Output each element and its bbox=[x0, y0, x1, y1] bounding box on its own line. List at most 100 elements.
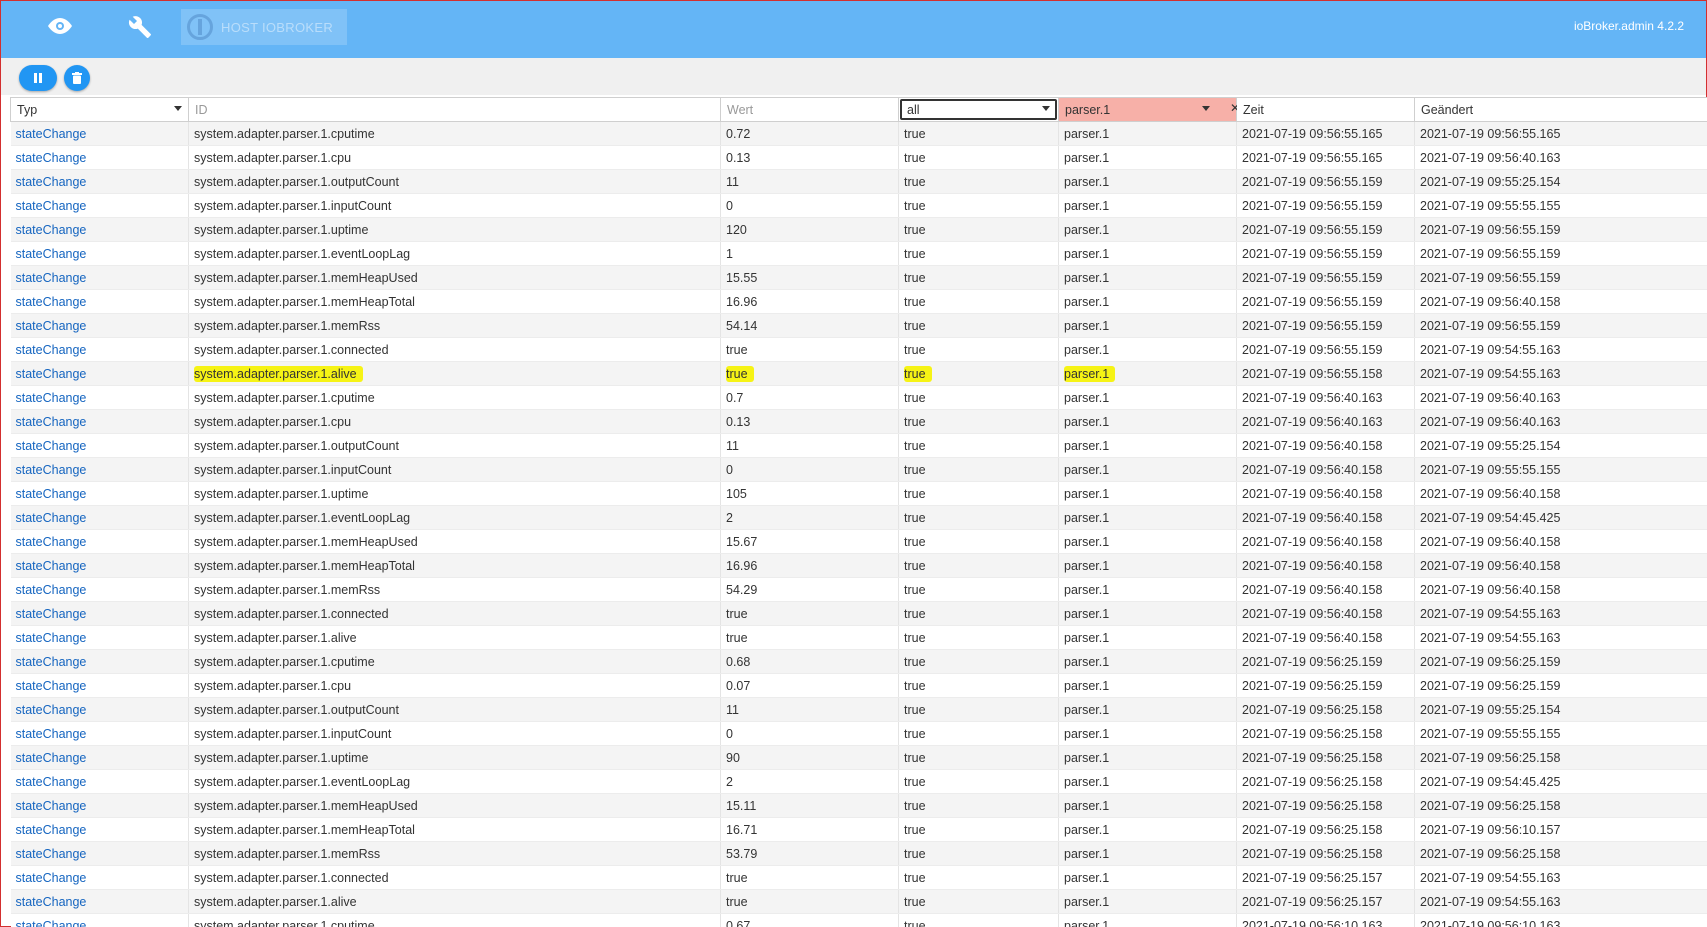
ack-value: true bbox=[904, 342, 926, 357]
table-row[interactable]: stateChange system.adapter.parser.1.memRs… bbox=[10, 577, 1707, 602]
id-header-label: ID bbox=[195, 102, 208, 117]
table-row[interactable]: stateChange system.adapter.parser.1.memHe… bbox=[10, 529, 1707, 554]
zeit-filter[interactable]: Zeit bbox=[1236, 97, 1415, 122]
table-row[interactable]: stateChange system.adapter.parser.1.event… bbox=[10, 505, 1707, 530]
eye-icon[interactable] bbox=[45, 15, 75, 37]
state-value: 1 bbox=[726, 246, 733, 261]
state-id: system.adapter.parser.1.uptime bbox=[194, 486, 369, 501]
last-changed: 2021-07-19 09:54:55.163 bbox=[1420, 606, 1561, 621]
from-value: parser.1 bbox=[1064, 438, 1110, 453]
table-row[interactable]: stateChange system.adapter.parser.1.cputi… bbox=[10, 385, 1707, 410]
timestamp: 2021-07-19 09:56:55.159 bbox=[1242, 294, 1383, 309]
table-row[interactable]: stateChange system.adapter.parser.1.memHe… bbox=[10, 793, 1707, 818]
last-changed-cell: 2021-07-19 09:55:55.155 bbox=[1414, 721, 1707, 746]
ack-value: true bbox=[904, 798, 926, 813]
last-changed: 2021-07-19 09:55:25.154 bbox=[1420, 702, 1561, 717]
timestamp: 2021-07-19 09:56:55.158 bbox=[1242, 366, 1383, 381]
from-value: parser.1 bbox=[1064, 654, 1110, 669]
event-type-cell: stateChange bbox=[10, 649, 189, 674]
event-type-cell: stateChange bbox=[10, 697, 189, 722]
state-value: true bbox=[726, 342, 748, 357]
from-filter[interactable]: parser.1 ✕ bbox=[1058, 97, 1240, 122]
state-value-cell: true bbox=[720, 601, 899, 626]
typ-filter[interactable]: Typ bbox=[10, 97, 189, 122]
table-row[interactable]: stateChange system.adapter.parser.1.alive… bbox=[10, 889, 1707, 914]
last-changed: 2021-07-19 09:55:25.154 bbox=[1420, 174, 1561, 189]
ack-select[interactable]: all bbox=[900, 99, 1057, 120]
from-value-cell: parser.1 bbox=[1058, 241, 1237, 266]
last-changed-cell: 2021-07-19 09:56:25.158 bbox=[1414, 793, 1707, 818]
table-row[interactable]: stateChange system.adapter.parser.1.outpu… bbox=[10, 433, 1707, 458]
ack-filter[interactable]: all bbox=[898, 97, 1059, 122]
ack-value: true bbox=[904, 390, 926, 405]
state-id: system.adapter.parser.1.connected bbox=[194, 870, 389, 885]
table-row[interactable]: stateChange system.adapter.parser.1.memHe… bbox=[10, 289, 1707, 314]
last-changed-cell: 2021-07-19 09:56:55.159 bbox=[1414, 313, 1707, 338]
state-value: 11 bbox=[726, 174, 739, 189]
from-value: parser.1 bbox=[1064, 558, 1110, 573]
table-row[interactable]: stateChange system.adapter.parser.1.cputi… bbox=[10, 913, 1707, 927]
table-row[interactable]: stateChange system.adapter.parser.1.memRs… bbox=[10, 313, 1707, 338]
last-changed: 2021-07-19 09:56:40.158 bbox=[1420, 294, 1561, 309]
table-row[interactable]: stateChange system.adapter.parser.1.outpu… bbox=[10, 169, 1707, 194]
ack-value: true bbox=[904, 126, 926, 141]
wert-filter[interactable]: Wert bbox=[720, 97, 899, 122]
host-selector[interactable]: HOST IOBROKER bbox=[181, 9, 347, 45]
table-row[interactable]: stateChange system.adapter.parser.1.alive… bbox=[10, 625, 1707, 650]
state-value: 11 bbox=[726, 438, 739, 453]
table-row[interactable]: stateChange system.adapter.parser.1.input… bbox=[10, 721, 1707, 746]
table-row[interactable]: stateChange system.adapter.parser.1.alive… bbox=[10, 361, 1707, 386]
table-row[interactable]: stateChange system.adapter.parser.1.cputi… bbox=[10, 121, 1707, 146]
table-row[interactable]: stateChange system.adapter.parser.1.conne… bbox=[10, 865, 1707, 890]
state-id-cell: system.adapter.parser.1.connected bbox=[188, 601, 721, 626]
timestamp: 2021-07-19 09:56:55.165 bbox=[1242, 150, 1383, 165]
geaendert-filter[interactable]: Geändert bbox=[1414, 97, 1707, 122]
from-value-cell: parser.1 bbox=[1058, 145, 1237, 170]
events-table-container[interactable]: Typ ID Wert all parser.1 ✕ Zeit Geändert … bbox=[10, 97, 1707, 927]
table-row[interactable]: stateChange system.adapter.parser.1.cpu 0.… bbox=[10, 409, 1707, 434]
state-value: 16.71 bbox=[726, 822, 758, 837]
state-value-cell: 0.68 bbox=[720, 649, 899, 674]
delete-button[interactable] bbox=[64, 65, 90, 91]
from-value: parser.1 bbox=[1064, 846, 1110, 861]
table-row[interactable]: stateChange system.adapter.parser.1.event… bbox=[10, 769, 1707, 794]
last-changed-cell: 2021-07-19 09:56:40.158 bbox=[1414, 529, 1707, 554]
table-row[interactable]: stateChange system.adapter.parser.1.cputi… bbox=[10, 649, 1707, 674]
event-type-cell: stateChange bbox=[10, 577, 189, 602]
last-changed-cell: 2021-07-19 09:56:40.158 bbox=[1414, 577, 1707, 602]
table-row[interactable]: stateChange system.adapter.parser.1.input… bbox=[10, 457, 1707, 482]
table-row[interactable]: stateChange system.adapter.parser.1.conne… bbox=[10, 337, 1707, 362]
pause-button[interactable] bbox=[19, 65, 57, 91]
table-row[interactable]: stateChange system.adapter.parser.1.cpu 0.… bbox=[10, 673, 1707, 698]
table-row[interactable]: stateChange system.adapter.parser.1.uptim… bbox=[10, 745, 1707, 770]
state-value: 2 bbox=[726, 510, 733, 525]
table-row[interactable]: stateChange system.adapter.parser.1.conne… bbox=[10, 601, 1707, 626]
state-value-cell: true bbox=[720, 625, 899, 650]
id-filter[interactable]: ID bbox=[188, 97, 721, 122]
table-row[interactable]: stateChange system.adapter.parser.1.input… bbox=[10, 193, 1707, 218]
timestamp: 2021-07-19 09:56:55.165 bbox=[1242, 126, 1383, 141]
last-changed: 2021-07-19 09:56:25.158 bbox=[1420, 798, 1561, 813]
table-row[interactable]: stateChange system.adapter.parser.1.event… bbox=[10, 241, 1707, 266]
state-id: system.adapter.parser.1.connected bbox=[194, 342, 389, 357]
table-row[interactable]: stateChange system.adapter.parser.1.memHe… bbox=[10, 817, 1707, 842]
table-row[interactable]: stateChange system.adapter.parser.1.uptim… bbox=[10, 481, 1707, 506]
wrench-icon[interactable] bbox=[125, 12, 155, 42]
timestamp-cell: 2021-07-19 09:56:55.159 bbox=[1236, 289, 1415, 314]
table-row[interactable]: stateChange system.adapter.parser.1.uptim… bbox=[10, 217, 1707, 242]
state-value-cell: true bbox=[720, 889, 899, 914]
event-type: stateChange bbox=[15, 822, 87, 837]
table-row[interactable]: stateChange system.adapter.parser.1.memHe… bbox=[10, 265, 1707, 290]
state-value: 54.29 bbox=[726, 582, 758, 597]
ack-value-cell: true bbox=[898, 385, 1059, 410]
from-value: parser.1 bbox=[1064, 365, 1116, 382]
event-type-cell: stateChange bbox=[10, 385, 189, 410]
table-row[interactable]: stateChange system.adapter.parser.1.cpu 0.… bbox=[10, 145, 1707, 170]
table-row[interactable]: stateChange system.adapter.parser.1.memRs… bbox=[10, 841, 1707, 866]
table-row[interactable]: stateChange system.adapter.parser.1.memHe… bbox=[10, 553, 1707, 578]
state-value: 0 bbox=[726, 198, 733, 213]
table-row[interactable]: stateChange system.adapter.parser.1.outpu… bbox=[10, 697, 1707, 722]
timestamp: 2021-07-19 09:56:40.158 bbox=[1242, 606, 1383, 621]
ack-value: true bbox=[904, 510, 926, 525]
from-value: parser.1 bbox=[1064, 390, 1110, 405]
